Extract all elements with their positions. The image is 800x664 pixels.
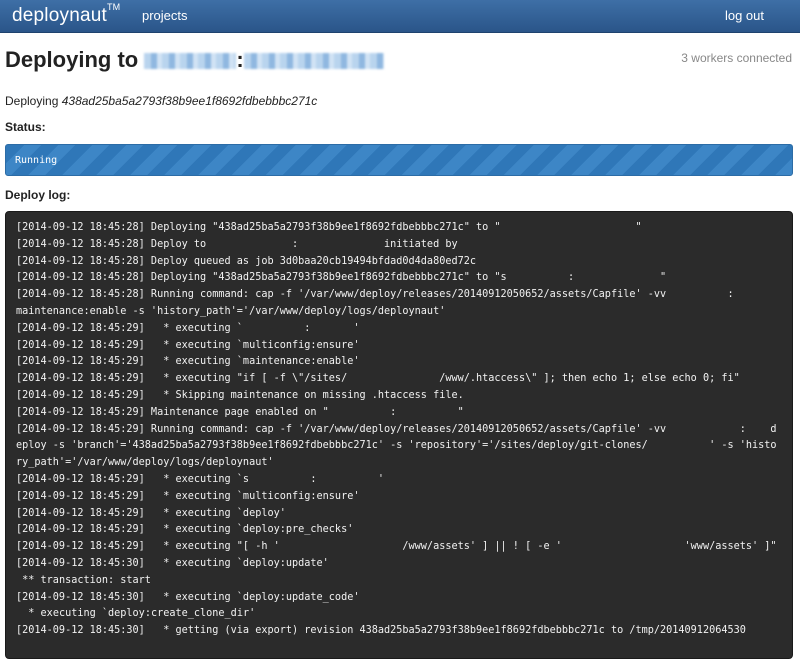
log-line: [2014-09-12 18:45:29] * executing `multi… — [16, 339, 360, 351]
workers-connected-status: 3 workers connected — [681, 51, 792, 65]
log-line: * executing `deploy:create_clone_dir' — [16, 608, 256, 620]
log-line: [2014-09-12 18:45:28] Deploy to : initia… — [16, 238, 599, 250]
log-line: [2014-09-12 18:45:30] * executing `deplo… — [16, 591, 360, 603]
redacted-project-name — [144, 53, 237, 69]
commit-sha: 438ad25ba5a2793f38b9ee1f8692fdbebbbc271c — [61, 94, 318, 108]
log-line: [2014-09-12 18:45:30] * getting (via exp… — [16, 625, 746, 637]
nav-projects-link[interactable]: projects — [142, 8, 188, 23]
commit-prefix: Deploying — [5, 94, 59, 108]
deploy-commit-line: Deploying 438ad25ba5a2793f38b9ee1f8692fd… — [5, 94, 317, 108]
log-line: [2014-09-12 18:45:28] Deploying "438ad25… — [16, 222, 642, 233]
log-line: [2014-09-12 18:45:29] * executing "if [ … — [16, 373, 740, 385]
redacted-environment-name — [243, 53, 384, 69]
log-line: [2014-09-12 18:45:29] * Skipping mainten… — [16, 389, 464, 401]
log-line: [2014-09-12 18:45:29] * executing `s : ' — [16, 473, 385, 485]
log-line: [2014-09-12 18:45:29] * executing `multi… — [16, 490, 360, 502]
log-line: [2014-09-12 18:45:28] Deploying "438ad25… — [16, 272, 667, 284]
title-separator: : — [236, 47, 244, 72]
status-value: Running — [15, 155, 58, 166]
log-line: [2014-09-12 18:45:29] Maintenance page e… — [16, 406, 464, 418]
page-title: Deploying to : — [5, 47, 384, 73]
page-title-prefix: Deploying to — [5, 47, 139, 72]
log-line: ** transaction: start — [16, 574, 151, 586]
log-line: [2014-09-12 18:45:30] * executing `deplo… — [16, 557, 329, 569]
logout-link[interactable]: log out — [725, 8, 764, 23]
log-line: [2014-09-12 18:45:29] Running command: c… — [16, 423, 777, 469]
log-line: [2014-09-12 18:45:29] * executing `maint… — [16, 356, 360, 368]
brand-logo[interactable]: deploynautTM — [12, 1, 121, 27]
top-navbar: deploynautTM projects log out — [0, 0, 800, 33]
brand-name: deploynaut — [12, 5, 107, 26]
log-line: [2014-09-12 18:45:29] * executing `deplo… — [16, 507, 286, 519]
status-progress-bar: Running — [5, 144, 793, 176]
deploy-log-console[interactable]: [2014-09-12 18:45:28] Deploying "438ad25… — [5, 211, 793, 659]
log-line: [2014-09-12 18:45:28] Deploy queued as j… — [16, 255, 477, 267]
log-line: [2014-09-12 18:45:29] * executing ` : ' — [16, 322, 360, 334]
log-line: [2014-09-12 18:45:29] * executing `deplo… — [16, 524, 354, 536]
log-line: [2014-09-12 18:45:29] * executing "[ -h … — [16, 541, 777, 553]
status-label: Status: — [5, 120, 46, 134]
log-line: [2014-09-12 18:45:28] Running command: c… — [16, 289, 793, 317]
trademark-mark: TM — [106, 1, 121, 12]
deploy-log-label: Deploy log: — [5, 188, 71, 202]
